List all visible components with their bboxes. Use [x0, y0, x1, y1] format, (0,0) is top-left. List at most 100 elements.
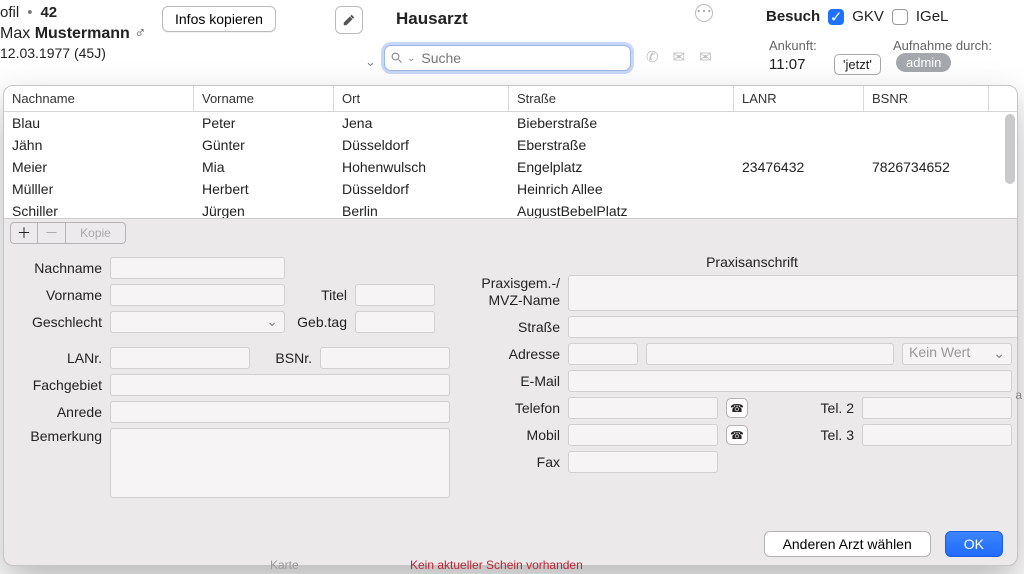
lbl-gebtag: Geb.tag: [293, 314, 347, 330]
sel-geschlecht[interactable]: [110, 311, 285, 333]
table-mini-toolbar: ＋ － Kopie: [4, 218, 1017, 246]
lbl-titel: Titel: [293, 287, 347, 303]
inp-email[interactable]: [568, 370, 1012, 392]
lbl-tel2: Tel. 2: [756, 400, 854, 416]
pencil-icon: [342, 13, 356, 27]
igel-label: IGeL: [916, 8, 949, 25]
lbl-vorname: Vorname: [18, 287, 102, 303]
inp-fax[interactable]: [568, 451, 718, 473]
admin-badge[interactable]: admin: [896, 53, 951, 72]
lbl-telefon: Telefon: [462, 400, 560, 416]
lbl-strasse: Straße: [462, 319, 560, 335]
profile-first: Max: [0, 25, 30, 42]
lbl-fax: Fax: [462, 454, 560, 470]
cell-st: Heinrich Allee: [509, 181, 734, 197]
cell-or: Düsseldorf: [334, 181, 509, 197]
cell-bs: 7826734652: [864, 159, 989, 175]
doctor-table-body[interactable]: BlauPeterJenaBieberstraßeJähnGünterDüsse…: [4, 112, 1017, 218]
col-bsnr[interactable]: BSNR: [864, 86, 989, 111]
profile-id: 42: [40, 4, 57, 21]
inp-plz[interactable]: [568, 343, 638, 365]
inp-bemerkung[interactable]: [110, 428, 450, 498]
table-scrollbar[interactable]: [1005, 114, 1015, 184]
col-nachname[interactable]: Nachname: [4, 86, 194, 111]
inp-tel3[interactable]: [862, 424, 1012, 446]
patient-profile-block: ofil • 42 Max Mustermann ♂ 12.03.1977 (4…: [0, 4, 146, 61]
inp-strasse[interactable]: [568, 316, 1018, 338]
cell-vo: Herbert: [194, 181, 334, 197]
gkv-label: GKV: [852, 8, 884, 25]
copy-infos-button[interactable]: Infos kopieren: [162, 6, 276, 32]
lbl-adresse: Adresse: [462, 346, 560, 362]
inp-mobil[interactable]: [568, 424, 718, 446]
ankunft-value: 11:07: [769, 56, 805, 73]
col-lanr[interactable]: LANR: [734, 86, 864, 111]
lbl-bemerkung: Bemerkung: [18, 428, 102, 444]
search-chevron-icon[interactable]: ⌄: [407, 53, 415, 64]
table-row[interactable]: BlauPeterJenaBieberstraße: [4, 112, 1017, 134]
lbl-praxisgem: Praxisgem.-/MVZ-Name: [462, 275, 560, 309]
table-row[interactable]: SchillerJürgenBerlinAugustBebelPlatz: [4, 200, 1017, 218]
lbl-geschlecht: Geschlecht: [18, 314, 102, 330]
cell-vo: Jürgen: [194, 203, 334, 218]
praxis-title: Praxisanschrift: [462, 252, 1018, 270]
remove-row-button: －: [38, 222, 66, 244]
bg-schein-warning: Kein aktueller Schein vorhanden: [410, 558, 583, 572]
mail2-icon[interactable]: ✉: [699, 48, 712, 66]
phone-icon[interactable]: ✆: [646, 48, 659, 66]
table-row[interactable]: MeierMiaHohenwulschEngelplatz23476432782…: [4, 156, 1017, 178]
hausarzt-label: Hausarzt: [396, 9, 468, 29]
lbl-tel3: Tel. 3: [756, 427, 854, 443]
lbl-anrede: Anrede: [18, 404, 102, 420]
gender-icon: ♂: [134, 25, 146, 42]
col-vorname[interactable]: Vorname: [194, 86, 334, 111]
inp-lanr[interactable]: [110, 347, 250, 369]
inp-nachname[interactable]: [110, 257, 285, 279]
cell-la: 23476432: [734, 159, 864, 175]
bg-a-fragment: a: [1015, 388, 1022, 402]
sel-land[interactable]: Kein Wert: [902, 343, 1012, 365]
inp-ort[interactable]: [646, 343, 894, 365]
call-mobil-icon[interactable]: ☎: [726, 425, 748, 445]
table-row[interactable]: MülllerHerbertDüsseldorfHeinrich Allee: [4, 178, 1017, 200]
profile-prefix: ofil: [0, 4, 19, 21]
copy-row-button: Kopie: [66, 222, 126, 244]
aufnahme-label: Aufnahme durch:: [893, 38, 992, 53]
cell-vo: Günter: [194, 137, 334, 153]
lbl-email: E-Mail: [462, 373, 560, 389]
hausarzt-dialog: Nachname Vorname Ort Straße LANR BSNR Bl…: [3, 85, 1018, 566]
call-tel1-icon[interactable]: ☎: [726, 398, 748, 418]
col-strasse[interactable]: Straße: [509, 86, 734, 111]
add-row-button[interactable]: ＋: [10, 222, 38, 244]
inp-vorname[interactable]: [110, 284, 285, 306]
table-row[interactable]: JähnGünterDüsseldorfEberstraße: [4, 134, 1017, 156]
ankunft-label: Ankunft:: [769, 38, 817, 53]
col-ort[interactable]: Ort: [334, 86, 509, 111]
inp-fachgebiet[interactable]: [110, 374, 450, 396]
edit-profile-button[interactable]: [335, 6, 363, 34]
bg-karte-label: Karte: [270, 558, 299, 572]
ok-button[interactable]: OK: [945, 531, 1003, 557]
inp-tel2[interactable]: [862, 397, 1012, 419]
cell-or: Düsseldorf: [334, 137, 509, 153]
inp-titel[interactable]: [355, 284, 435, 306]
inp-bsnr[interactable]: [320, 347, 450, 369]
search-input[interactable]: [419, 49, 624, 67]
hausarzt-search[interactable]: ⌄: [384, 45, 631, 71]
cell-vo: Peter: [194, 115, 334, 131]
jetzt-button[interactable]: 'jetzt': [834, 54, 881, 75]
more-icon[interactable]: ⋯: [695, 4, 713, 22]
inp-telefon[interactable]: [568, 397, 718, 419]
mail-icon[interactable]: ✉: [673, 48, 686, 66]
cell-vo: Mia: [194, 159, 334, 175]
lbl-fachgebiet: Fachgebiet: [18, 377, 102, 393]
chevron-down-icon[interactable]: ⌄: [365, 54, 376, 70]
other-doctor-button[interactable]: Anderen Arzt wählen: [764, 531, 931, 557]
igel-checkbox[interactable]: [892, 9, 908, 25]
inp-anrede[interactable]: [110, 401, 450, 423]
gkv-checkbox[interactable]: ✓: [828, 9, 844, 25]
cell-na: Blau: [4, 115, 194, 131]
inp-praxisgem[interactable]: [568, 275, 1018, 311]
lbl-lanr: LANr.: [18, 350, 102, 366]
inp-gebtag[interactable]: [355, 311, 435, 333]
